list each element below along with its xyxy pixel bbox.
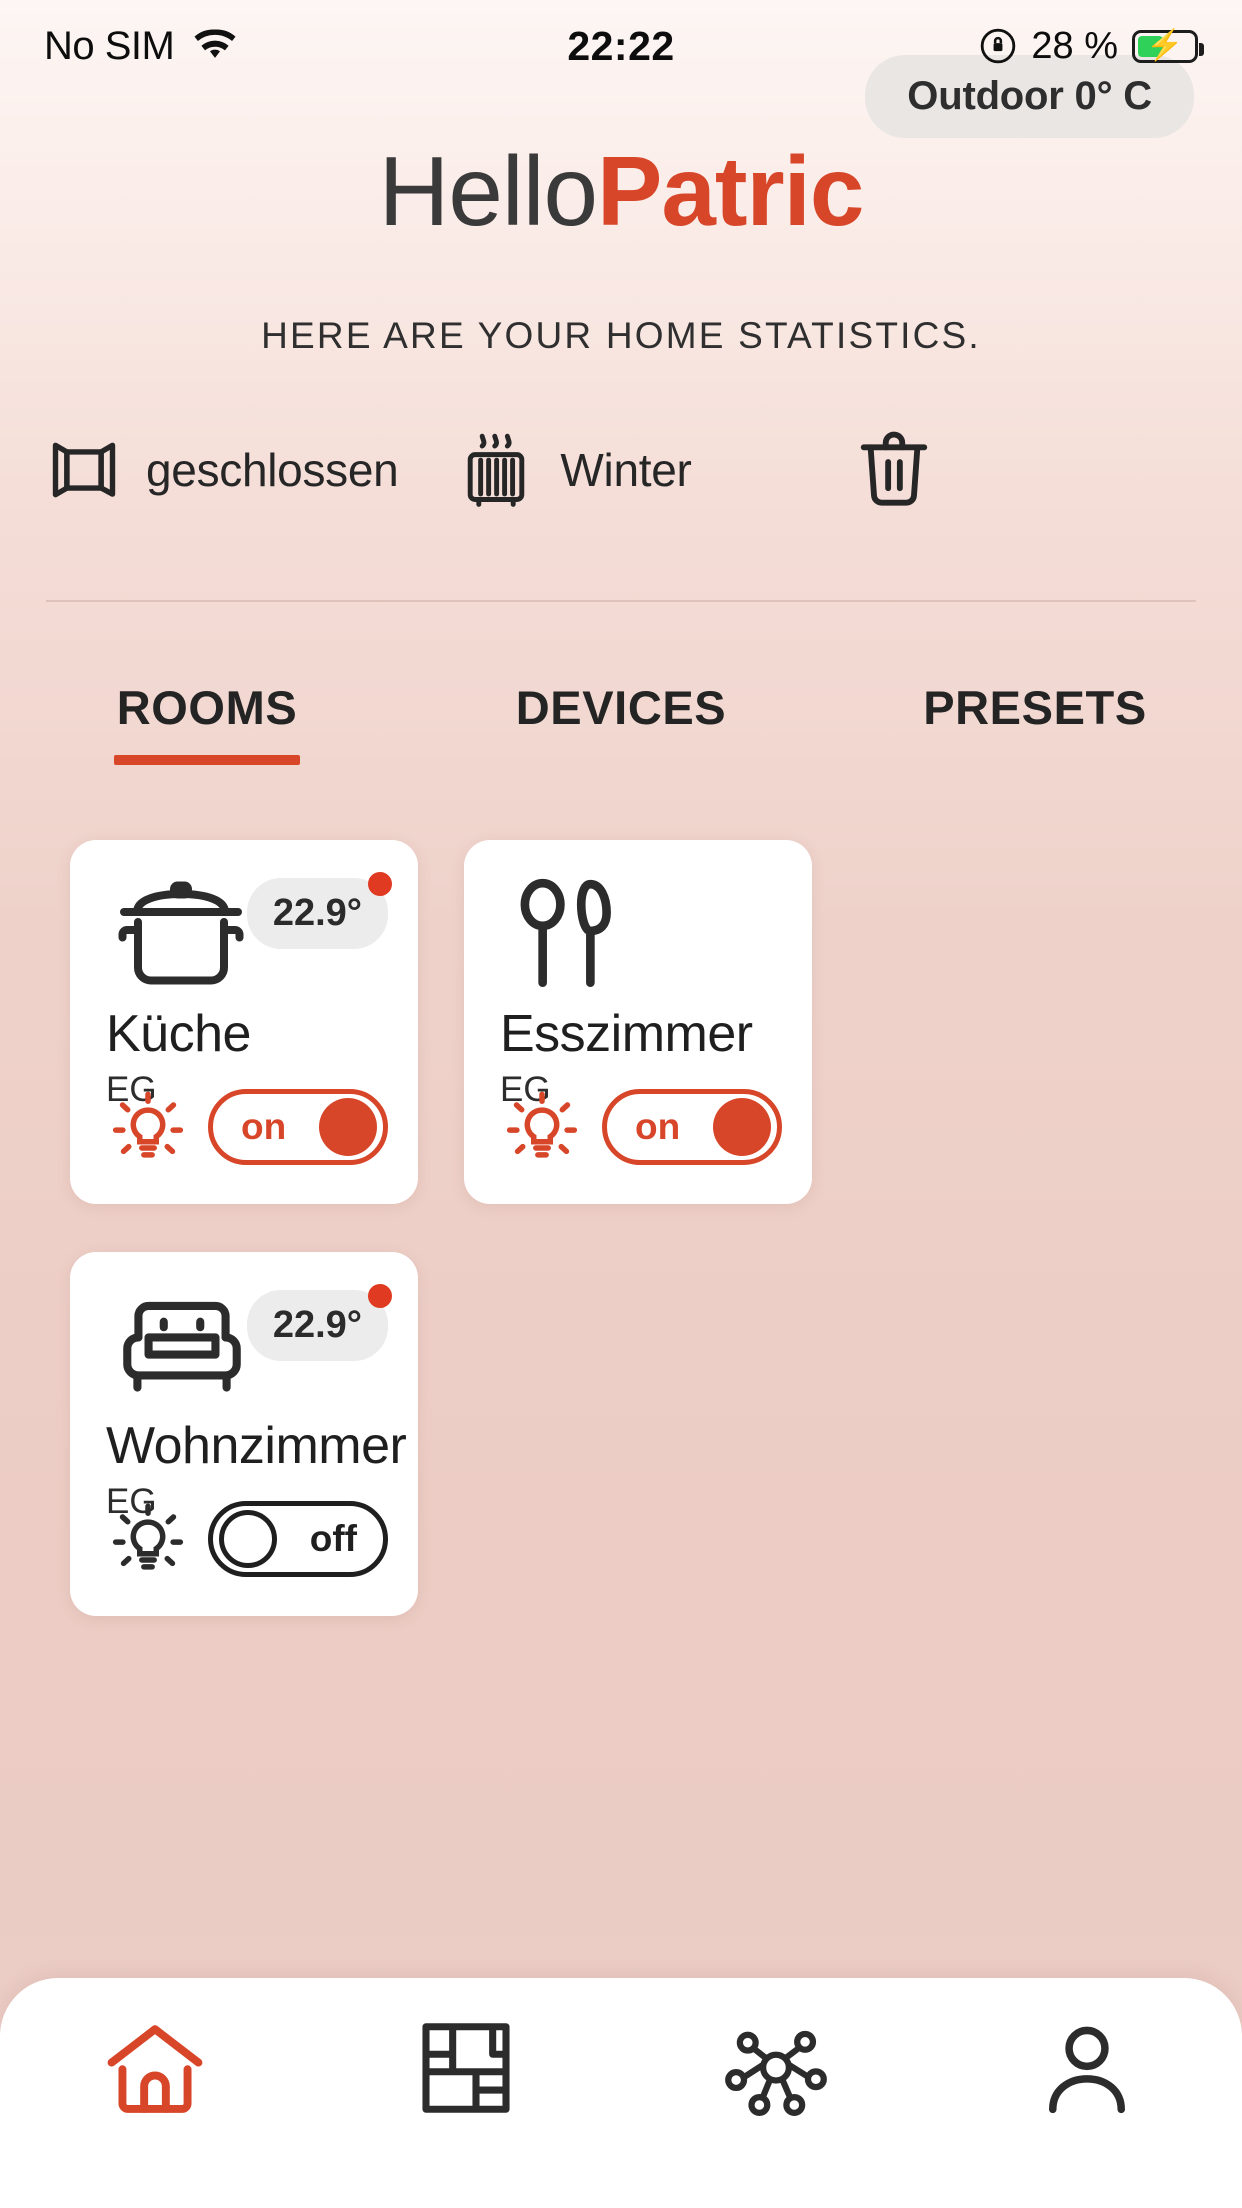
room-temperature-badge: 22.9°	[246, 872, 392, 949]
page-subtitle: HERE ARE YOUR HOME STATISTICS.	[261, 315, 981, 356]
heating-season-status[interactable]: Winter	[456, 427, 692, 513]
room-light-control: on	[106, 1084, 388, 1170]
light-toggle[interactable]: on	[208, 1089, 388, 1165]
alert-dot-icon	[368, 1284, 392, 1308]
profile-icon	[1041, 2020, 1133, 2116]
trash-status[interactable]	[852, 427, 936, 513]
trash-icon	[852, 427, 936, 513]
cutlery-icon	[500, 878, 776, 990]
radiator-icon	[456, 427, 536, 513]
lightbulb-on-icon[interactable]	[500, 1084, 584, 1170]
rooms-grid: 22.9° Küche EG on Esszimmer EG on 22.9° …	[70, 840, 1180, 1616]
battery-percent-label: 28 %	[1031, 24, 1118, 67]
bottom-navigation	[0, 1978, 1242, 2208]
light-toggle[interactable]: on	[602, 1089, 782, 1165]
light-toggle-knob	[319, 1098, 377, 1156]
light-toggle-knob	[219, 1510, 277, 1568]
alert-dot-icon	[368, 872, 392, 896]
network-icon	[722, 2020, 830, 2116]
battery-charging-icon: ⚡	[1132, 29, 1204, 63]
room-name: Esszimmer	[500, 1005, 753, 1063]
tab-active-indicator	[114, 755, 300, 765]
light-toggle-knob	[713, 1098, 771, 1156]
window-icon	[46, 432, 122, 508]
home-icon	[100, 2020, 210, 2116]
tab-devices-label: DEVICES	[515, 681, 727, 734]
tab-devices[interactable]: DEVICES	[414, 680, 828, 765]
room-card-wohnzimmer[interactable]: 22.9° Wohnzimmer EG off	[70, 1252, 418, 1616]
greeting-heading: HelloPatric	[0, 135, 1242, 248]
window-status-label: geschlossen	[146, 444, 399, 496]
heating-season-label: Winter	[560, 444, 692, 496]
room-name: Küche	[106, 1005, 251, 1063]
light-toggle-state: off	[309, 1518, 357, 1559]
lightbulb-off-icon[interactable]	[106, 1496, 190, 1582]
room-name: Wohnzimmer	[106, 1417, 407, 1475]
nav-profile[interactable]	[932, 2020, 1242, 2116]
greeting-name: Patric	[596, 136, 864, 246]
light-toggle[interactable]: off	[208, 1501, 388, 1577]
room-light-control: off	[106, 1496, 388, 1582]
room-temperature-value: 22.9°	[272, 892, 362, 934]
rotation-lock-icon	[979, 27, 1017, 65]
tab-presets-label: PRESETS	[923, 681, 1147, 734]
greeting-hello: Hello	[378, 136, 598, 246]
status-bar-right: 28 % ⚡	[979, 24, 1204, 68]
main-tabs: ROOMS DEVICES PRESETS	[0, 680, 1242, 765]
room-light-control: on	[500, 1084, 782, 1170]
tab-presets[interactable]: PRESETS	[828, 680, 1242, 765]
light-toggle-state: on	[635, 1106, 681, 1147]
nav-home[interactable]	[0, 2020, 311, 2116]
nav-network[interactable]	[621, 2020, 932, 2116]
tab-rooms[interactable]: ROOMS	[0, 680, 414, 765]
home-status-row: geschlossen Winter	[0, 400, 1242, 540]
lightbulb-on-icon[interactable]	[106, 1084, 190, 1170]
room-temperature-badge: 22.9°	[246, 1284, 392, 1361]
window-status[interactable]: geschlossen	[46, 432, 399, 508]
floorplan-icon	[416, 2020, 516, 2116]
room-card-kueche[interactable]: 22.9° Küche EG on	[70, 840, 418, 1204]
light-toggle-state: on	[241, 1106, 287, 1147]
nav-floorplan[interactable]	[311, 2020, 622, 2116]
room-card-esszimmer[interactable]: Esszimmer EG on	[464, 840, 812, 1204]
section-divider	[46, 600, 1196, 602]
room-temperature-value: 22.9°	[272, 1304, 362, 1346]
tab-rooms-label: ROOMS	[116, 681, 298, 734]
